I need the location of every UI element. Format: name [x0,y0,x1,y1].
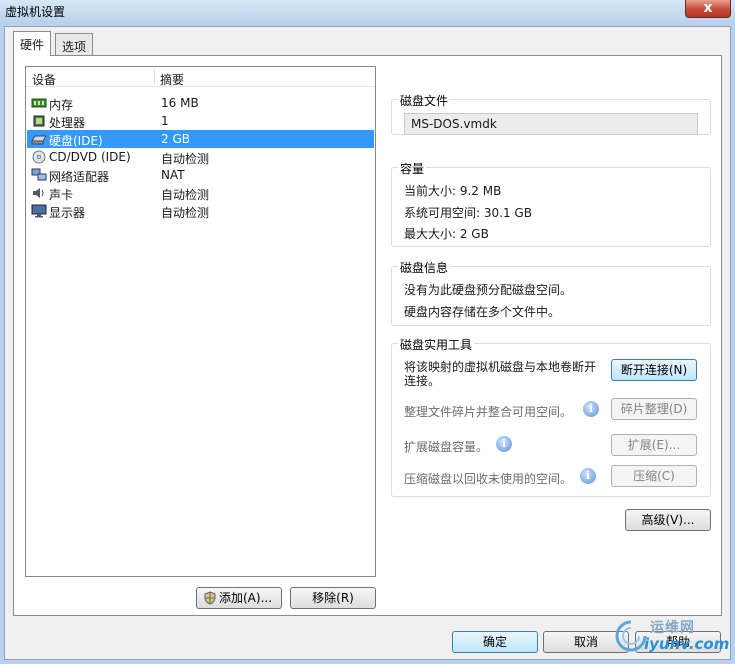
device-list-header: 设备 摘要 [26,67,375,87]
device-summary: NAT [161,168,185,182]
memory-icon [31,98,47,108]
disconnect-description-line2: 连接。 [404,374,441,388]
disconnect-button[interactable]: 断开连接(N) [611,359,697,381]
watermark-text-line1: 运维网 [650,620,695,636]
ok-button[interactable]: 确定 [452,631,538,653]
disk-utilities-legend: 磁盘实用工具 [398,336,475,353]
device-row-sound-card[interactable]: 声卡 自动检测 [27,184,374,202]
title-bar: 虚拟机设置 x [0,0,735,22]
watermark-text-line2: iyunv.com [644,635,730,653]
current-size-text: 当前大小: 9.2 MB [404,184,502,198]
device-summary: 16 MB [161,96,199,110]
max-size-text: 最大大小: 2 GB [404,227,489,241]
info-icon: i [583,401,599,417]
window-title: 虚拟机设置 [5,5,66,19]
column-header-summary[interactable]: 摘要 [160,71,184,88]
preallocation-text: 没有为此硬盘预分配磁盘空间。 [404,283,573,297]
device-summary: 2 GB [161,132,190,146]
compact-description: 压缩磁盘以回收未使用的空间。 [404,472,573,486]
capacity-legend: 容量 [398,160,427,177]
dialog-client-area: 硬件 选项 设备 摘要 内存 16 MB 处理器 1 硬盘(IDE) 2 GB … [4,26,731,660]
device-list[interactable]: 设备 摘要 内存 16 MB 处理器 1 硬盘(IDE) 2 GB CD/DVD… [25,66,376,577]
info-icon: i [580,468,596,484]
column-header-device[interactable]: 设备 [32,71,56,88]
add-device-button[interactable]: 添加(A)... [196,587,282,609]
cd-dvd-icon [32,150,46,164]
disk-utilities-group: 磁盘实用工具 将该映射的虚拟机磁盘与本地卷断开 连接。 断开连接(N) 整理文件… [391,336,711,497]
capacity-group: 容量 当前大小: 9.2 MB 系统可用空间: 30.1 GB 最大大小: 2 … [391,160,711,247]
close-button[interactable]: x [685,0,731,18]
device-name: 处理器 [49,116,86,130]
device-row-memory[interactable]: 内存 16 MB [27,94,374,112]
free-space-text: 系统可用空间: 30.1 GB [404,206,532,220]
device-row-network-adapter[interactable]: 网络适配器 NAT [27,166,374,184]
compact-button[interactable]: 压缩(C) [611,465,697,487]
defragment-button[interactable]: 碎片整理(D) [611,398,697,420]
processor-icon [33,115,45,127]
add-device-label: 添加(A)... [219,591,273,605]
tab-hardware[interactable]: 硬件 [13,31,52,56]
device-name: 显示器 [49,206,86,220]
device-summary: 1 [161,114,169,128]
info-icon: i [496,436,512,452]
defragment-description: 整理文件碎片并整合可用空间。 [404,405,573,419]
expand-button[interactable]: 扩展(E)... [611,434,697,456]
device-row-hard-disk[interactable]: 硬盘(IDE) 2 GB [27,130,374,148]
shield-icon [204,591,216,605]
device-row-processor[interactable]: 处理器 1 [27,112,374,130]
hard-disk-icon [31,135,47,145]
device-summary: 自动检测 [161,206,210,220]
watermark-swirl-icon [615,620,647,652]
expand-description: 扩展磁盘容量。 [404,440,489,454]
device-name: 声卡 [49,188,74,202]
device-name: 内存 [49,98,74,112]
disk-info-legend: 磁盘信息 [398,259,451,276]
device-summary: 自动检测 [161,152,210,166]
column-separator [154,69,155,85]
disk-info-group: 磁盘信息 没有为此硬盘预分配磁盘空间。 硬盘内容存储在多个文件中。 [391,259,711,326]
sound-card-icon [33,188,44,198]
disk-file-legend: 磁盘文件 [398,92,451,109]
device-row-display[interactable]: 显示器 自动检测 [27,202,374,220]
hardware-panel: 设备 摘要 内存 16 MB 处理器 1 硬盘(IDE) 2 GB CD/DVD… [13,55,722,616]
device-name: CD/DVD (IDE) [49,150,131,164]
device-name: 网络适配器 [49,170,110,184]
remove-device-button[interactable]: 移除(R) [290,587,376,609]
disk-file-group: 磁盘文件 MS-DOS.vmdk [391,92,711,135]
device-summary: 自动检测 [161,188,210,202]
disk-file-field[interactable]: MS-DOS.vmdk [404,113,698,135]
display-icon [31,204,47,218]
watermark-logo: 运维网 iyunv.com [614,617,729,657]
advanced-button[interactable]: 高级(V)... [625,509,711,531]
device-row-cd-dvd[interactable]: CD/DVD (IDE) 自动检测 [27,148,374,166]
tab-options[interactable]: 选项 [55,33,94,56]
split-files-text: 硬盘内容存储在多个文件中。 [404,305,561,319]
device-name: 硬盘(IDE) [49,134,103,148]
network-adapter-icon [31,168,47,181]
